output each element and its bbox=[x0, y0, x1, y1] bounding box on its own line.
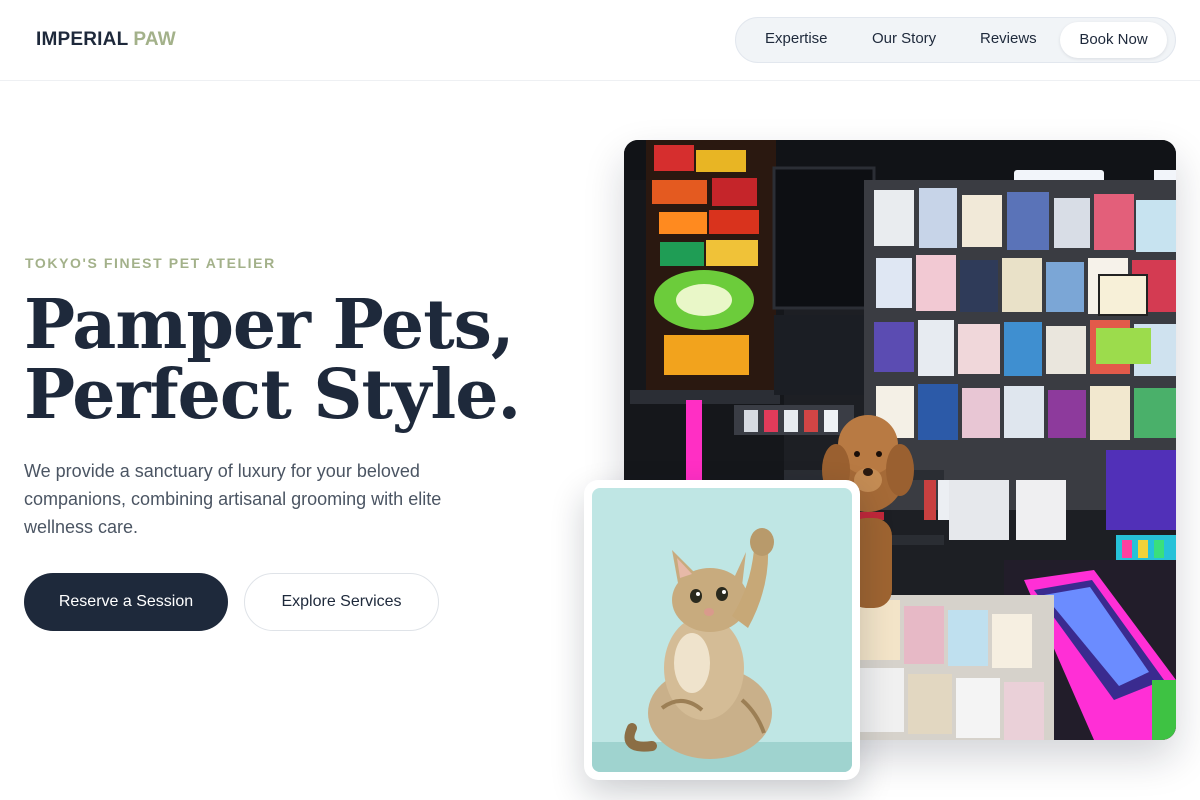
explore-services-button[interactable]: Explore Services bbox=[244, 573, 439, 631]
hero-description: We provide a sanctuary of luxury for you… bbox=[24, 461, 442, 537]
brand-name-main: IMPERIAL bbox=[36, 29, 129, 50]
headline-line-1: Pamper Pets, bbox=[24, 285, 515, 365]
headline-line-2: Perfect Style. bbox=[24, 355, 521, 435]
book-now-button[interactable]: Book Now bbox=[1060, 22, 1167, 58]
kitten-photo-card bbox=[584, 480, 860, 780]
hero-headline: Pamper Pets, Perfect Style. bbox=[24, 290, 584, 430]
reserve-session-button[interactable]: Reserve a Session bbox=[24, 573, 228, 631]
nav-item-expertise[interactable]: Expertise bbox=[765, 30, 828, 47]
nav-item-reviews[interactable]: Reviews bbox=[980, 30, 1037, 47]
main-nav: Expertise Our Story Reviews Book Now bbox=[735, 17, 1176, 63]
kitten-photo bbox=[592, 488, 852, 772]
hero-eyebrow: TOKYO'S FINEST PET ATELIER bbox=[25, 255, 276, 271]
brand-logo[interactable]: IMPERIAL PAW bbox=[36, 29, 176, 51]
brand-name-accent: PAW bbox=[133, 29, 176, 50]
site-header: IMPERIAL PAW Expertise Our Story Reviews … bbox=[0, 0, 1200, 81]
nav-item-our-story[interactable]: Our Story bbox=[872, 30, 936, 47]
